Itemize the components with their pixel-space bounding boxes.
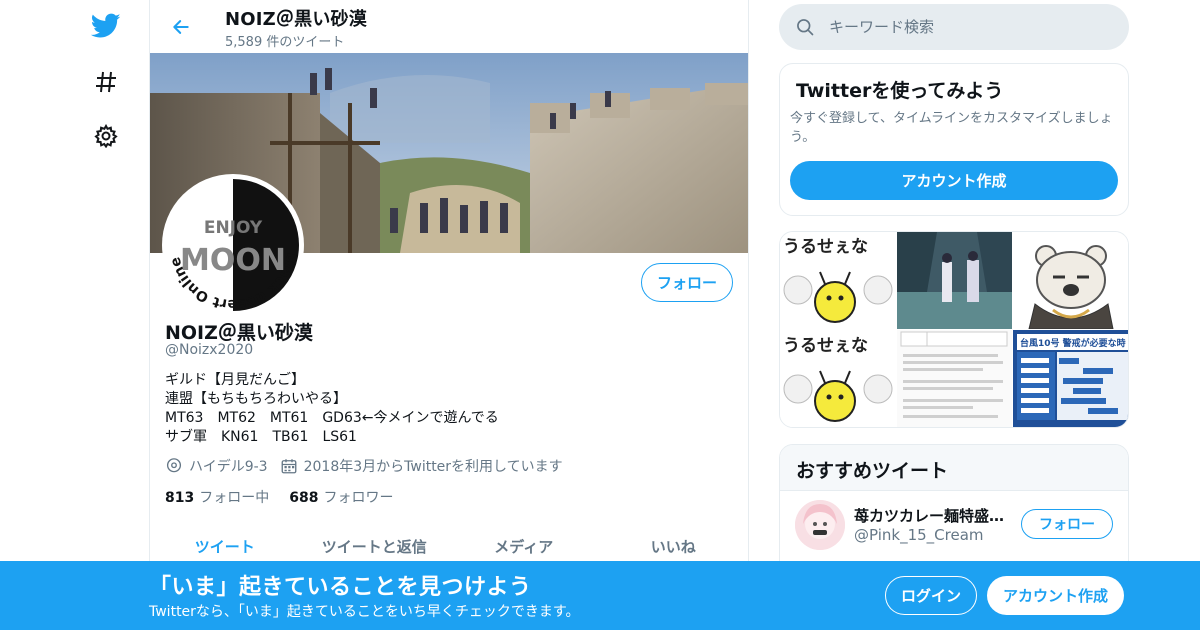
media-thumbnail-bear[interactable] xyxy=(1013,232,1128,329)
bio-line: サブ軍 KN61 TB61 LS61 xyxy=(165,429,357,445)
avatar-text-top: ENJOY xyxy=(204,218,263,238)
recommended-follow-button[interactable]: フォロー xyxy=(1021,509,1113,539)
sticker-text: うるせぇな xyxy=(783,336,868,356)
weather-notice-title: 台風10号 警戒が必要な時 xyxy=(1020,337,1126,349)
search-box xyxy=(779,4,1129,50)
followers-link[interactable]: 688 フォロワー xyxy=(289,487,393,507)
following-count: 813 xyxy=(165,490,195,506)
back-arrow-icon[interactable] xyxy=(166,12,196,42)
recommended-user-name[interactable]: 苺カツカレー麺特盛… xyxy=(854,505,1014,526)
recommended-header: おすすめツイート xyxy=(780,445,1128,491)
search-input[interactable] xyxy=(829,18,1109,36)
signup-card: Twitterを使ってみよう 今すぐ登録して、タイムラインをカスタマイズしましょ… xyxy=(779,63,1129,216)
following-link[interactable]: 813 フォロー中 xyxy=(165,487,269,507)
left-nav xyxy=(80,0,130,630)
following-label: フォロー中 xyxy=(199,490,270,506)
recommended-user-avatar[interactable] xyxy=(795,500,845,550)
bio-line: ギルド【月見だんご】 xyxy=(165,372,305,388)
media-thumbnail-weather-notice[interactable]: 台風10号 警戒が必要な時 xyxy=(1013,330,1128,427)
main-column: NOIZ＠黒い砂漠 5,589 件のツイート Black desert Onli… xyxy=(149,0,749,630)
profile-header-bar: NOIZ＠黒い砂漠 5,589 件のツイート xyxy=(150,0,748,53)
signup-card-title: Twitterを使ってみよう xyxy=(796,80,1004,102)
recommended-title: おすすめツイート xyxy=(796,460,949,482)
bio-line: MT63 MT62 MT61 GD63←今メインで遊んでる xyxy=(165,410,499,426)
profile-name: NOIZ＠黒い砂漠 xyxy=(165,322,313,344)
media-thumbnail-document[interactable] xyxy=(897,330,1012,427)
avatar-text-main: MOON xyxy=(180,243,286,278)
hashtag-icon[interactable] xyxy=(88,64,124,100)
profile-joined-date: 2018年3月からTwitterを利用しています xyxy=(303,459,563,475)
bottom-bar-title: 「いま」起きていることを見つけよう xyxy=(149,575,532,600)
create-account-button[interactable]: アカウント作成 xyxy=(790,161,1118,200)
avatar[interactable]: Black desert Online ENJOY MOON xyxy=(162,174,304,316)
calendar-icon xyxy=(281,459,297,474)
search-icon xyxy=(797,19,814,36)
bottom-bar-subtitle: Twitterなら、「いま」起きていることをいち早くチェックできます。 xyxy=(149,604,580,620)
follow-stats: 813 フォロー中 688 フォロワー xyxy=(165,487,413,507)
profile-meta: ハイデル9-3 2018年3月からTwitterを利用しています xyxy=(165,456,575,476)
bio-line: 連盟【もちもちろわいやる】 xyxy=(165,391,347,407)
media-thumbnail-sticker[interactable]: うるせぇな xyxy=(780,331,896,427)
media-thumbnail-game[interactable] xyxy=(897,232,1012,329)
profile-handle[interactable]: @Noizx2020 xyxy=(165,342,253,358)
follow-button[interactable]: フォロー xyxy=(641,263,733,302)
followers-count: 688 xyxy=(289,490,319,506)
location-pin-icon xyxy=(166,458,182,473)
bottom-signup-bar: 「いま」起きていることを見つけよう Twitterなら、「いま」起きていることを… xyxy=(0,561,1200,630)
gear-icon[interactable] xyxy=(88,118,124,154)
twitter-logo-icon[interactable] xyxy=(88,8,124,44)
header-title: NOIZ＠黒い砂漠 xyxy=(225,9,367,30)
login-button[interactable]: ログイン xyxy=(885,576,977,615)
bottom-create-account-button[interactable]: アカウント作成 xyxy=(987,576,1124,615)
sticker-text: うるせぇな xyxy=(783,237,868,257)
media-thumbnail-sticker[interactable]: うるせぇな xyxy=(780,232,896,330)
media-grid-card: うるせぇな うるせぇな 台風10号 警戒が必要な時 xyxy=(779,231,1129,428)
profile-page: NOIZ＠黒い砂漠 5,589 件のツイート Black desert Onli… xyxy=(0,0,1200,630)
profile-bio: ギルド【月見だんご】 連盟【もちもちろわいやる】 MT63 MT62 MT61 … xyxy=(165,371,499,447)
followers-label: フォロワー xyxy=(323,490,394,506)
recommended-user-handle[interactable]: @Pink_15_Cream xyxy=(854,526,984,544)
signup-card-description: 今すぐ登録して、タイムラインをカスタマイズしましょう。 xyxy=(790,111,1113,145)
tweet-count: 5,589 件のツイート xyxy=(225,35,345,50)
profile-location: ハイデル9-3 xyxy=(189,459,268,475)
